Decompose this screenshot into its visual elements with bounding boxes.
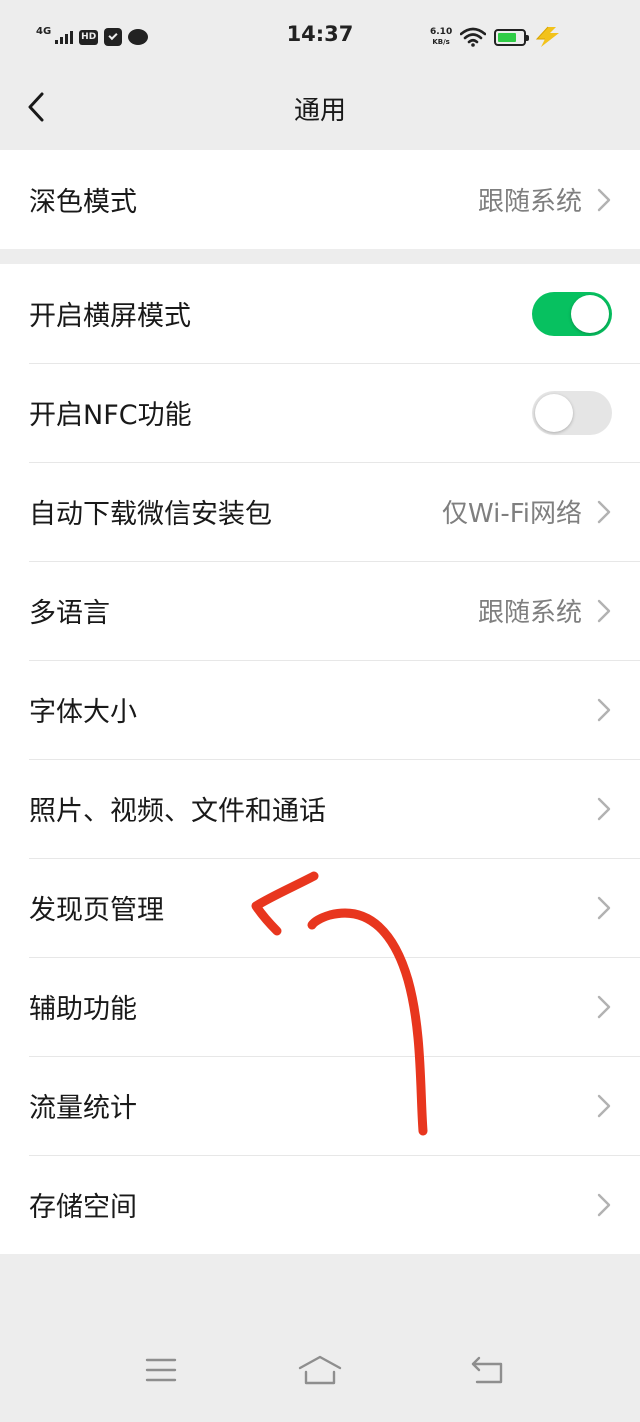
setting-label: 流量统计 (29, 1093, 137, 1124)
battery-level (498, 32, 517, 42)
setting-value: 跟随系统 (477, 187, 582, 217)
setting-value: 跟随系统 (477, 598, 582, 628)
setting-label: 发现页管理 (29, 895, 164, 926)
chevron-right-icon (596, 186, 612, 214)
net-speed: 6.10 KB/s (430, 27, 452, 47)
nav-back-button[interactable] (458, 1340, 518, 1400)
setting-row-data-usage[interactable]: 流量统计 (0, 1056, 640, 1155)
wifi-icon (460, 27, 487, 47)
setting-label: 自动下载微信安装包 (29, 499, 272, 530)
setting-row-storage[interactable]: 存储空间 (0, 1155, 640, 1254)
settings-group-display: 深色模式 跟随系统 (0, 150, 640, 249)
setting-label: 开启横屏模式 (29, 301, 191, 332)
chevron-right-icon (596, 696, 612, 724)
chevron-right-icon (596, 498, 612, 526)
status-right: 6.10 KB/s (430, 22, 562, 52)
page-title: 通用 (293, 96, 346, 126)
signal-icon (55, 30, 74, 44)
setting-label: 辅助功能 (29, 994, 137, 1025)
system-nav-bar (0, 1340, 640, 1422)
chevron-right-icon (596, 795, 612, 823)
status-left: 4G HD (36, 24, 149, 50)
chevron-right-icon (596, 894, 612, 922)
setting-row-auto-download[interactable]: 自动下载微信安装包 仅Wi-Fi网络 (0, 462, 640, 561)
header: 通用 (0, 72, 640, 150)
landscape-toggle[interactable] (532, 291, 612, 336)
nav-home-button[interactable] (290, 1340, 350, 1400)
home-icon (298, 1355, 342, 1385)
battery-icon (494, 28, 530, 46)
status-bar: 4G HD 14:37 6.10 KB/s (0, 0, 640, 72)
back-icon (471, 1356, 503, 1384)
setting-row-dark-mode[interactable]: 深色模式 跟随系统 (0, 150, 640, 249)
chevron-right-icon (596, 1092, 612, 1120)
toggle-knob (535, 393, 573, 432)
net-speed-value: 6.10 (430, 27, 453, 37)
chevron-right-icon (596, 1191, 612, 1219)
setting-row-media[interactable]: 照片、视频、文件和通话 (0, 759, 640, 858)
charging-icon (536, 26, 560, 47)
nfc-toggle[interactable] (532, 390, 612, 435)
setting-label: 照片、视频、文件和通话 (29, 796, 326, 827)
status-time: 14:37 (286, 22, 354, 46)
chevron-right-icon (596, 993, 612, 1021)
chat-notification-icon (128, 29, 149, 45)
setting-label: 多语言 (29, 598, 110, 629)
setting-row-landscape: 开启横屏模式 (0, 264, 640, 363)
net-speed-unit: KB/s (432, 38, 450, 46)
setting-label: 开启NFC功能 (29, 400, 192, 431)
settings-group-general: 开启横屏模式 开启NFC功能 自动下载微信安装包 仅Wi-Fi网络 多语言 跟随… (0, 264, 640, 1254)
setting-row-language[interactable]: 多语言 跟随系统 (0, 561, 640, 660)
menu-icon (145, 1358, 177, 1382)
setting-value: 仅Wi-Fi网络 (441, 499, 582, 529)
setting-label: 深色模式 (29, 187, 137, 218)
toggle-knob (571, 294, 609, 333)
setting-row-font-size[interactable]: 字体大小 (0, 660, 640, 759)
setting-row-nfc: 开启NFC功能 (0, 363, 640, 462)
chevron-right-icon (596, 597, 612, 625)
app-notification-icon (104, 28, 123, 46)
hd-icon: HD (79, 29, 99, 45)
setting-label: 存储空间 (29, 1192, 137, 1223)
setting-label: 字体大小 (29, 697, 137, 728)
nav-menu-button[interactable] (131, 1340, 191, 1400)
setting-row-accessibility[interactable]: 辅助功能 (0, 957, 640, 1056)
network-type: 4G (36, 25, 52, 37)
setting-row-discover[interactable]: 发现页管理 (0, 858, 640, 957)
